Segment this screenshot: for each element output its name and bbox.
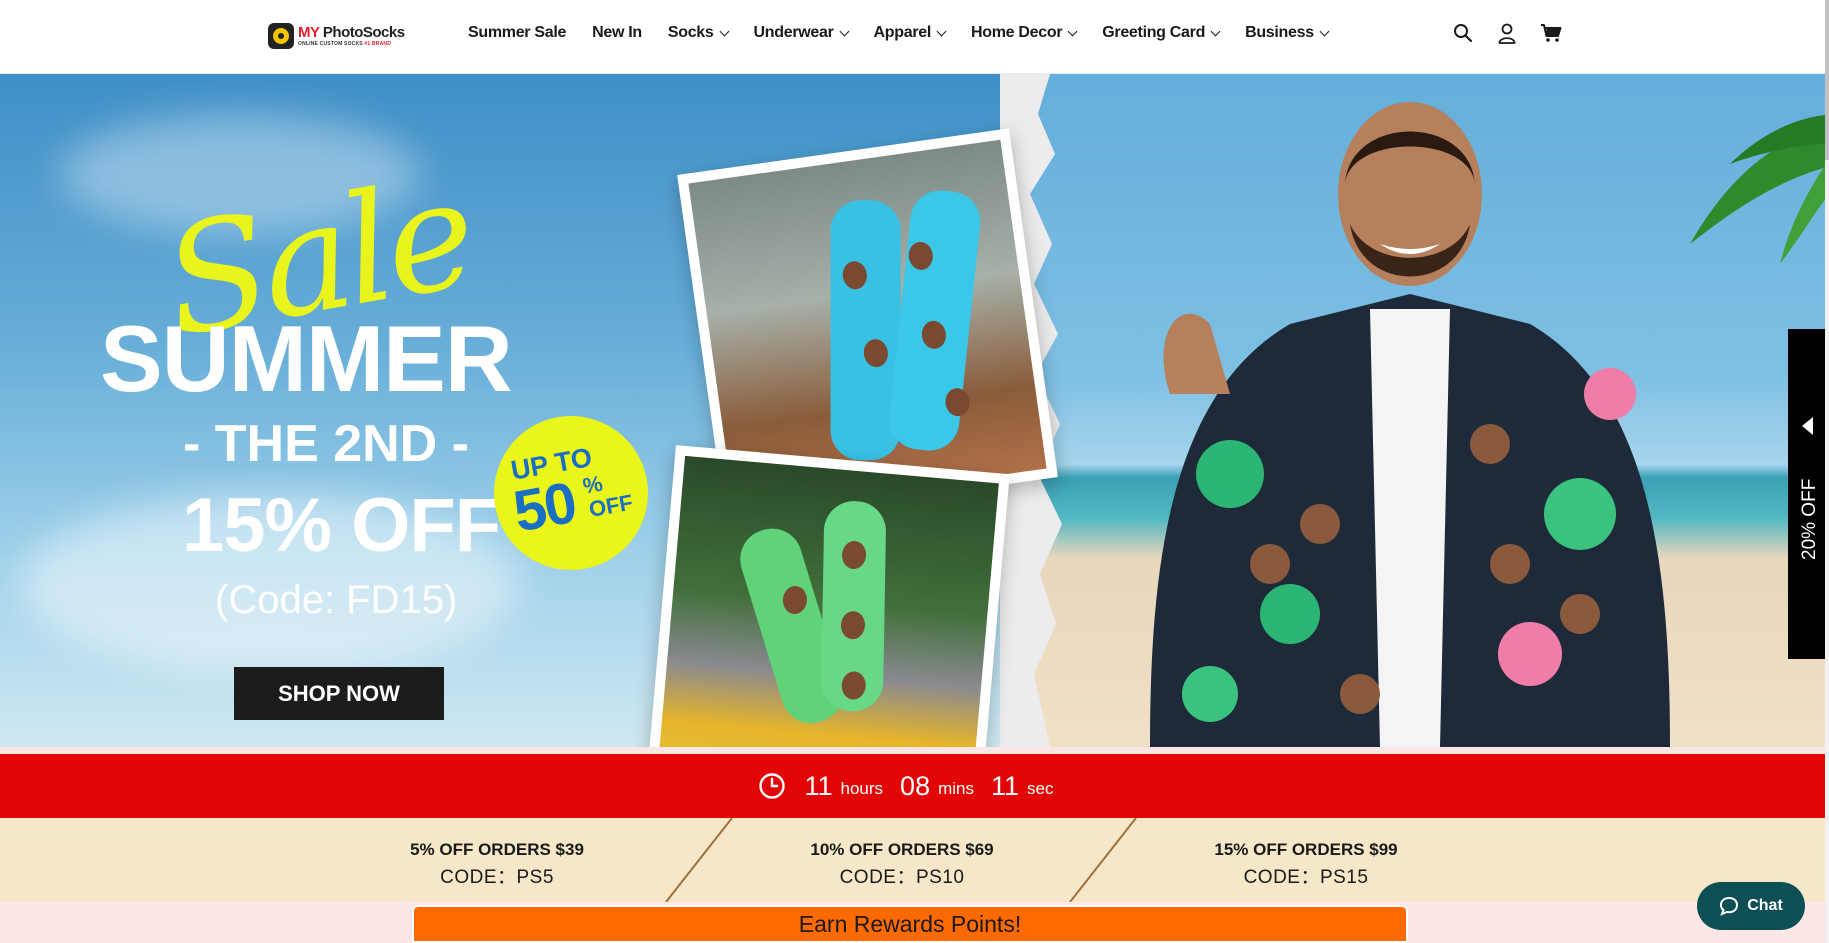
- account-icon[interactable]: [1496, 22, 1518, 44]
- logo-tagline-brand: #1 BRAND: [364, 41, 392, 47]
- nav-item-underwear[interactable]: Underwear: [753, 24, 849, 42]
- arrow-left-icon: [1802, 417, 1813, 435]
- countdown-mins-unit: mins: [938, 779, 974, 798]
- logo-title: MY PhotoSocks: [298, 25, 405, 40]
- logo-prefix: MY: [298, 24, 320, 41]
- clock-icon: [759, 773, 786, 799]
- page-scrollbar-thumb[interactable]: [1825, 0, 1829, 160]
- earn-rewards-button[interactable]: Earn Rewards Points!: [412, 905, 1408, 943]
- nav-label: Underwear: [753, 24, 834, 41]
- offer-divider: [665, 818, 733, 902]
- hero-banner[interactable]: Sale SUMMER - THE 2ND - 15% OFF (Code: F…: [0, 74, 1829, 747]
- brand-logo[interactable]: MY PhotoSocks ONLINE CUSTOM SOCKS #1 BRA…: [268, 20, 420, 52]
- shop-now-button[interactable]: SHOP NOW: [234, 667, 444, 720]
- site-header: MY PhotoSocks ONLINE CUSTOM SOCKS #1 BRA…: [0, 0, 1829, 74]
- nav-item-apparel[interactable]: Apparel: [873, 24, 947, 42]
- logo-name: PhotoSocks: [322, 24, 405, 41]
- chevron-down-icon: [1319, 26, 1330, 36]
- countdown-secs: 11: [991, 770, 1020, 801]
- logo-text: MY PhotoSocks ONLINE CUSTOM SOCKS #1 BRA…: [298, 25, 405, 47]
- badge-value: 50: [508, 470, 580, 545]
- nav-label: Home Decor: [971, 24, 1063, 41]
- offer-title: 10% OFF ORDERS $69: [810, 840, 994, 859]
- divider-band: [0, 747, 1829, 754]
- nav-label: Greeting Card: [1102, 24, 1206, 41]
- hero-subline: - THE 2ND -: [183, 415, 469, 473]
- sock-photo-green: [645, 445, 1010, 747]
- hero-promo-code: (Code: FD15): [215, 578, 458, 622]
- nav-label: Business: [1245, 24, 1314, 41]
- hero-headline: SUMMER: [100, 306, 513, 411]
- nav-item-business[interactable]: Business: [1245, 24, 1330, 42]
- nav-label: Summer Sale: [468, 24, 567, 41]
- offer-code: CODE：PS15: [1243, 867, 1369, 888]
- sock-photo-green-image: [656, 455, 999, 747]
- logo-tagline: ONLINE CUSTOM SOCKS #1 BRAND: [298, 42, 405, 47]
- offer-code: CODE：PS10: [839, 867, 965, 888]
- nav-item-new-in[interactable]: New In: [592, 24, 642, 42]
- logo-tagline-main: ONLINE CUSTOM SOCKS: [298, 41, 363, 47]
- nav-label: New In: [592, 24, 642, 41]
- discount-side-tab[interactable]: 20% OFF: [1788, 329, 1829, 659]
- logo-mark-icon: [268, 23, 294, 49]
- nav-item-home-decor[interactable]: Home Decor: [971, 24, 1078, 42]
- countdown-hours: 11: [804, 770, 833, 801]
- offer-tier-3: 15% OFF ORDERS $99 CODE：PS15: [1176, 840, 1436, 889]
- hero-discount: 15% OFF: [182, 483, 501, 568]
- header-icons: [1452, 22, 1562, 44]
- nav-item-greeting-card[interactable]: Greeting Card: [1102, 24, 1221, 42]
- offer-code: CODE：PS5: [440, 867, 554, 888]
- discount-badge: UP TO 50 % OFF: [481, 403, 661, 583]
- nav-label: Apparel: [873, 24, 932, 41]
- main-nav: Summer Sale New In Socks Underwear Appar…: [468, 24, 1330, 42]
- countdown-mins: 08: [900, 770, 931, 801]
- offer-title: 15% OFF ORDERS $99: [1214, 840, 1398, 859]
- countdown-bar: 11 hours 08 mins 11 sec: [0, 754, 1829, 818]
- chat-bubble-icon: [1720, 896, 1739, 916]
- countdown-secs-unit: sec: [1027, 779, 1054, 798]
- offer-title: 5% OFF ORDERS $39: [410, 840, 584, 859]
- offer-divider: [1069, 818, 1137, 902]
- tiered-offers-bar: 5% OFF ORDERS $39 CODE：PS5 10% OFF ORDER…: [0, 818, 1829, 902]
- nav-label: Socks: [667, 24, 714, 41]
- countdown-hours-unit: hours: [840, 779, 884, 798]
- nav-item-summer-sale[interactable]: Summer Sale: [468, 24, 566, 42]
- offer-tier-1: 5% OFF ORDERS $39 CODE：PS5: [367, 840, 627, 889]
- offer-tier-2: 10% OFF ORDERS $69 CODE：PS10: [772, 840, 1032, 889]
- nav-item-socks[interactable]: Socks: [667, 24, 729, 42]
- side-tab-label: 20% OFF: [1799, 478, 1820, 560]
- chat-button[interactable]: Chat: [1697, 882, 1805, 930]
- model-photo: [1150, 102, 1670, 747]
- chat-label: Chat: [1747, 897, 1783, 914]
- cart-icon[interactable]: [1540, 22, 1562, 44]
- search-icon[interactable]: [1452, 22, 1474, 44]
